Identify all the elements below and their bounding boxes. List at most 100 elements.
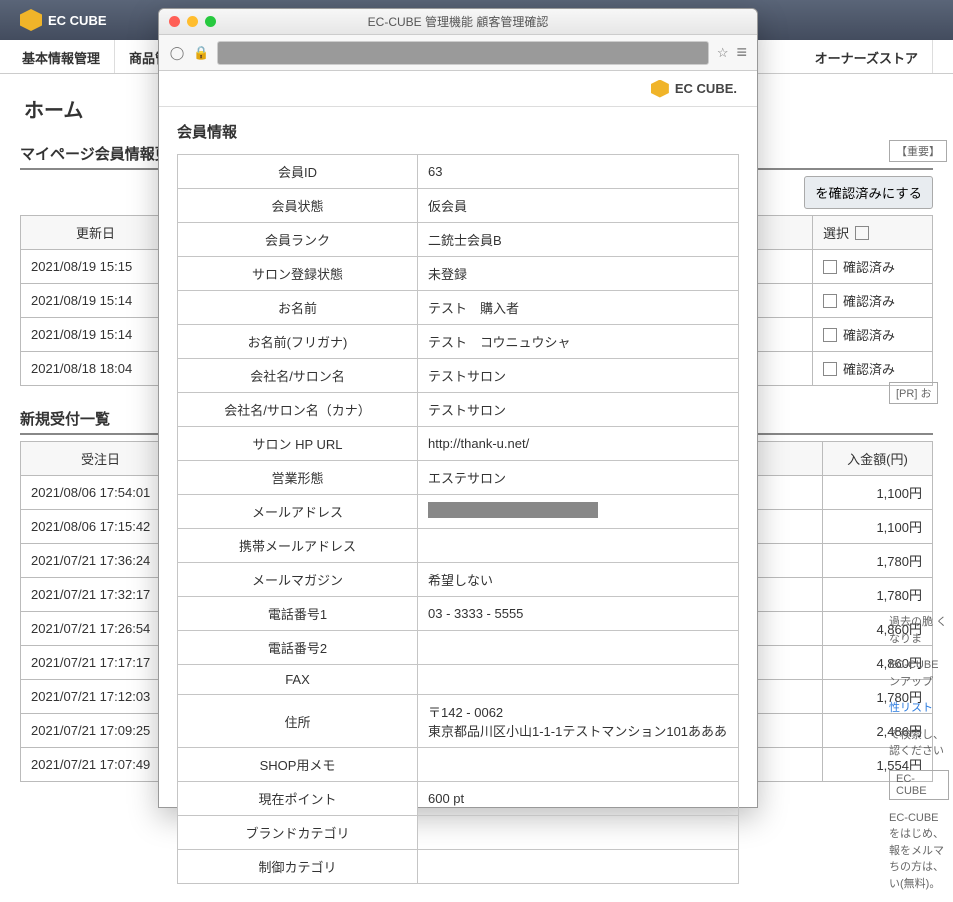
col-update-date: 更新日 bbox=[21, 216, 171, 250]
confirmed-label: 確認済み bbox=[843, 359, 895, 378]
order-date-cell: 2021/08/06 17:15:42 bbox=[21, 510, 181, 544]
info-row: メールアドレス bbox=[178, 495, 739, 529]
info-row: 制御カテゴリ bbox=[178, 850, 739, 884]
info-label: 現在ポイント bbox=[178, 782, 418, 816]
url-bar: ◯ 🔒 ☆ ≡ bbox=[159, 35, 757, 71]
confirmed-label: 確認済み bbox=[843, 291, 895, 310]
info-row: 営業形態エステサロン bbox=[178, 461, 739, 495]
update-date-cell: 2021/08/19 15:14 bbox=[21, 318, 171, 352]
info-label: 住所 bbox=[178, 695, 418, 748]
select-all-checkbox[interactable] bbox=[855, 226, 869, 240]
info-label: 制御カテゴリ bbox=[178, 850, 418, 884]
vulnerability-list-link[interactable]: 性リスト bbox=[889, 702, 933, 714]
info-row: メールマガジン希望しない bbox=[178, 563, 739, 597]
update-date-cell: 2021/08/18 18:04 bbox=[21, 352, 171, 386]
info-sidebar: 【重要】 [PR] お 過去の脆 くなりま EC-CUBE ンアップ 性リスト … bbox=[889, 140, 949, 902]
info-row: 携帯メールアドレス bbox=[178, 529, 739, 563]
info-row: サロン登録状態未登録 bbox=[178, 257, 739, 291]
order-date-cell: 2021/07/21 17:12:03 bbox=[21, 680, 181, 714]
member-info-title: 会員情報 bbox=[177, 121, 739, 142]
info-label: 会社名/サロン名 bbox=[178, 359, 418, 393]
info-label: 会社名/サロン名（カナ） bbox=[178, 393, 418, 427]
info-row: 住所〒142 - 0062東京都品川区小山1-1-1テストマンション101あああ bbox=[178, 695, 739, 748]
confirmed-label: 確認済み bbox=[843, 325, 895, 344]
order-date-cell: 2021/07/21 17:09:25 bbox=[21, 714, 181, 748]
popup-titlebar[interactable]: EC-CUBE 管理機能 顧客管理確認 bbox=[159, 9, 757, 35]
info-value bbox=[418, 631, 739, 665]
window-close-icon[interactable] bbox=[169, 16, 180, 27]
address-input[interactable] bbox=[217, 41, 709, 65]
info-label: お名前(フリガナ) bbox=[178, 325, 418, 359]
sidebar-text-4: EC-CUBE をはじめ、 報をメルマ ちの方は、 い(無料)。 bbox=[889, 810, 949, 893]
info-label: 携帯メールアドレス bbox=[178, 529, 418, 563]
info-label: FAX bbox=[178, 665, 418, 695]
brand-text: EC CUBE bbox=[48, 13, 107, 28]
masked-value bbox=[428, 502, 598, 518]
info-row: 電話番号103 - 3333 - 5555 bbox=[178, 597, 739, 631]
info-value: テストサロン bbox=[418, 359, 739, 393]
info-value bbox=[418, 816, 739, 850]
nav-owners-store[interactable]: オーナーズストア bbox=[801, 40, 933, 73]
info-row: 会員ランク二銃士会員B bbox=[178, 223, 739, 257]
info-label: 電話番号1 bbox=[178, 597, 418, 631]
row-checkbox[interactable] bbox=[823, 328, 837, 342]
sidebar-text-3: て検索し、 認ください bbox=[889, 727, 949, 760]
order-date-cell: 2021/07/21 17:32:17 bbox=[21, 578, 181, 612]
info-label: 会員状態 bbox=[178, 189, 418, 223]
info-value: テスト コウニュウシャ bbox=[418, 325, 739, 359]
info-row: 会社名/サロン名テストサロン bbox=[178, 359, 739, 393]
info-value: 03 - 3333 - 5555 bbox=[418, 597, 739, 631]
sidebar-text-2: EC-CUBE ンアップ bbox=[889, 657, 949, 690]
badge-important: 【重要】 bbox=[889, 140, 947, 162]
info-value: 仮会員 bbox=[418, 189, 739, 223]
info-value bbox=[418, 529, 739, 563]
nav-basic-info[interactable]: 基本情報管理 bbox=[8, 40, 115, 73]
info-row: お名前テスト 購入者 bbox=[178, 291, 739, 325]
info-row: 現在ポイント600 pt bbox=[178, 782, 739, 816]
cube-icon bbox=[651, 80, 669, 98]
info-label: 電話番号2 bbox=[178, 631, 418, 665]
info-value: 二銃士会員B bbox=[418, 223, 739, 257]
popup-title: EC-CUBE 管理機能 顧客管理確認 bbox=[368, 13, 549, 30]
popup-brand-bar: EC CUBE. bbox=[159, 71, 757, 107]
info-value: エステサロン bbox=[418, 461, 739, 495]
member-info-table: 会員ID63会員状態仮会員会員ランク二銃士会員Bサロン登録状態未登録お名前テスト… bbox=[177, 154, 739, 884]
info-value bbox=[418, 495, 739, 529]
badge-pr: [PR] お bbox=[889, 382, 938, 404]
info-row: 会員ID63 bbox=[178, 155, 739, 189]
info-value: テスト 購入者 bbox=[418, 291, 739, 325]
hamburger-menu-icon[interactable]: ≡ bbox=[736, 42, 747, 63]
window-maximize-icon[interactable] bbox=[205, 16, 216, 27]
info-label: サロン登録状態 bbox=[178, 257, 418, 291]
info-label: 会員ID bbox=[178, 155, 418, 189]
info-row: FAX bbox=[178, 665, 739, 695]
col-order-date: 受注日 bbox=[21, 442, 181, 476]
update-date-cell: 2021/08/19 15:15 bbox=[21, 250, 171, 284]
info-row: 電話番号2 bbox=[178, 631, 739, 665]
info-row: サロン HP URLhttp://thank-u.net/ bbox=[178, 427, 739, 461]
info-label: ブランドカテゴリ bbox=[178, 816, 418, 850]
info-row: お名前(フリガナ)テスト コウニュウシャ bbox=[178, 325, 739, 359]
info-value: 63 bbox=[418, 155, 739, 189]
order-date-cell: 2021/07/21 17:26:54 bbox=[21, 612, 181, 646]
info-label: メールアドレス bbox=[178, 495, 418, 529]
info-value bbox=[418, 748, 739, 782]
order-date-cell: 2021/08/06 17:54:01 bbox=[21, 476, 181, 510]
badge-eccube: EC-CUBE bbox=[889, 770, 949, 800]
row-checkbox[interactable] bbox=[823, 362, 837, 376]
window-minimize-icon[interactable] bbox=[187, 16, 198, 27]
info-value: 未登録 bbox=[418, 257, 739, 291]
lock-icon[interactable]: 🔒 bbox=[193, 45, 209, 61]
info-value: 希望しない bbox=[418, 563, 739, 597]
info-row: ブランドカテゴリ bbox=[178, 816, 739, 850]
sidebar-text-1: 過去の脆 くなりま bbox=[889, 614, 949, 647]
brand-logo[interactable]: EC CUBE bbox=[20, 9, 107, 31]
info-label: 営業形態 bbox=[178, 461, 418, 495]
row-checkbox[interactable] bbox=[823, 260, 837, 274]
info-value: 〒142 - 0062東京都品川区小山1-1-1テストマンション101あああ bbox=[418, 695, 739, 748]
shield-icon[interactable]: ◯ bbox=[169, 45, 185, 61]
row-checkbox[interactable] bbox=[823, 294, 837, 308]
info-label: メールマガジン bbox=[178, 563, 418, 597]
bookmark-star-icon[interactable]: ☆ bbox=[717, 45, 729, 61]
info-value: http://thank-u.net/ bbox=[418, 427, 739, 461]
